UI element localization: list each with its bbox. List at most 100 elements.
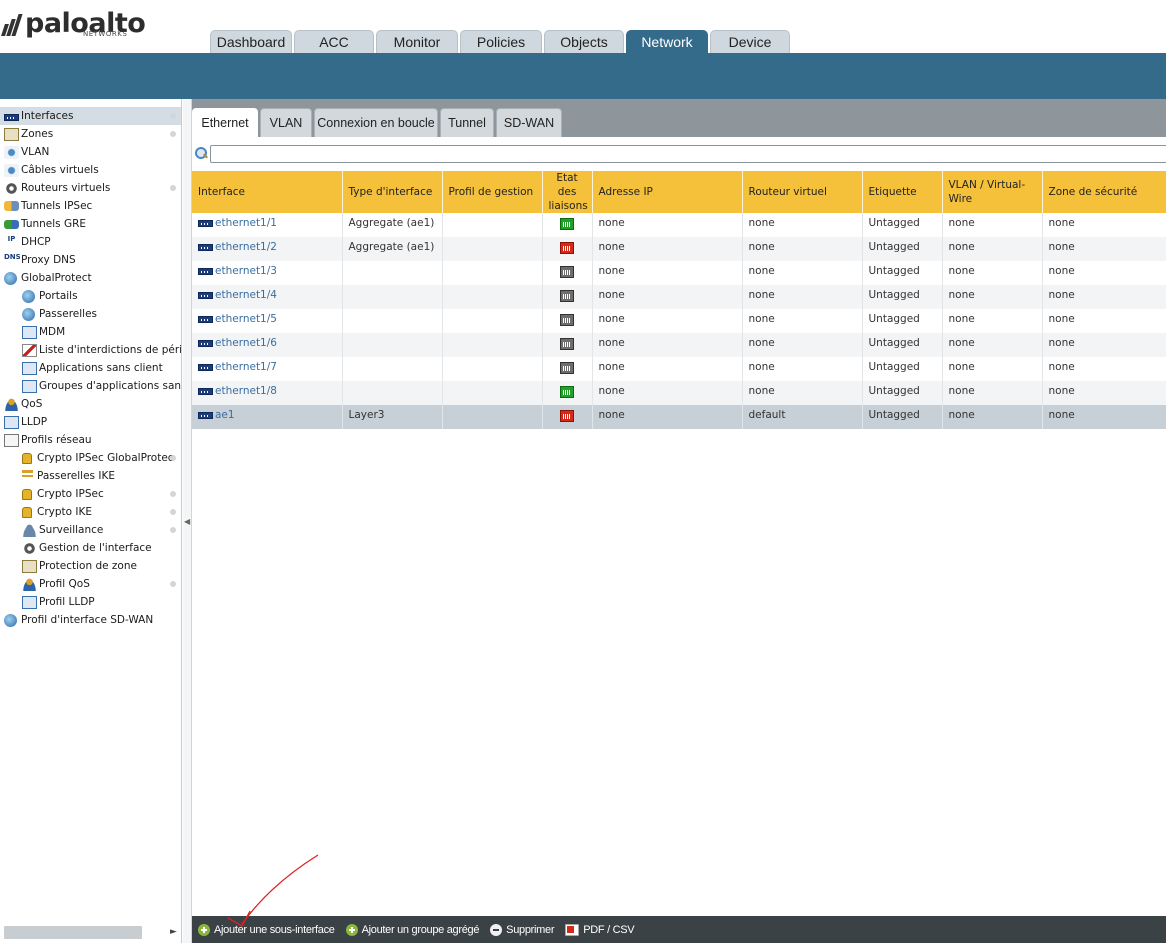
sidebar-collapse-handle[interactable]: ◀ — [183, 99, 192, 943]
sidebar-item-routeurs-virtuels[interactable]: Routeurs virtuels — [0, 179, 181, 197]
sidebar-item-qos[interactable]: QoS — [0, 395, 181, 413]
interface-link[interactable]: ethernet1/7 — [215, 361, 277, 373]
sidebar-item-interfaces[interactable]: Interfaces — [0, 107, 181, 125]
scroll-right-arrow-icon[interactable]: ► — [170, 927, 177, 937]
sidebar-item-applications-sans-client[interactable]: Applications sans client — [0, 359, 181, 377]
column-header-etat-des-liaisons[interactable]: Etat des liaisons — [542, 171, 593, 213]
sidebar-item-portails[interactable]: Portails — [0, 287, 181, 305]
ethernet-port-icon — [198, 363, 213, 371]
sidebar-item-globalprotect[interactable]: GlobalProtect — [0, 269, 181, 287]
filter-input[interactable] — [210, 145, 1166, 163]
sidebar-item-proxy-dns[interactable]: DNS Proxy DNS — [0, 251, 181, 269]
interface-link[interactable]: ethernet1/8 — [215, 385, 277, 397]
sidebar-item-mdm[interactable]: MDM — [0, 323, 181, 341]
sidebar-item-tunnels-ipsec[interactable]: Tunnels IPSec — [0, 197, 181, 215]
vlan-cell: none — [942, 381, 1043, 405]
tag-cell: Untagged — [862, 381, 943, 405]
link-state-cell — [542, 357, 593, 381]
sidebar-item-groupes-d-applications-sans-c[interactable]: Groupes d'applications sans c — [0, 377, 181, 395]
sidebar-item-label: Interfaces — [21, 110, 74, 122]
tab-dashboard[interactable]: Dashboard — [210, 30, 292, 53]
interface-link[interactable]: ae1 — [215, 409, 235, 421]
subtab-tunnel[interactable]: Tunnel — [440, 108, 494, 137]
add-subinterface-button[interactable]: Ajouter une sous-interface — [198, 923, 335, 936]
profile-cell — [442, 309, 543, 333]
tab-monitor[interactable]: Monitor — [376, 30, 458, 53]
ip-cell: none — [592, 285, 743, 309]
sidebar-item-profil-d-interface-sd-wan[interactable]: Profil d'interface SD-WAN — [0, 611, 181, 629]
sidebar-item-zones[interactable]: Zones — [0, 125, 181, 143]
interface-link[interactable]: ethernet1/6 — [215, 337, 277, 349]
subtab-vlan[interactable]: VLAN — [260, 108, 312, 137]
sidebar-item-label: DHCP — [21, 236, 51, 248]
sidebar-horizontal-scrollbar[interactable] — [4, 926, 142, 939]
table-row[interactable]: ethernet1/7 none none Untagged none none — [192, 357, 1166, 381]
column-header-interface[interactable]: Interface — [192, 171, 343, 213]
sidebar-item-cables-virtuels[interactable]: Câbles virtuels — [0, 161, 181, 179]
table-row[interactable]: ethernet1/8 none none Untagged none none — [192, 381, 1166, 405]
tab-device[interactable]: Device — [710, 30, 790, 53]
status-dot-icon — [170, 491, 176, 497]
table-row[interactable]: ethernet1/6 none none Untagged none none — [192, 333, 1166, 357]
type-cell — [342, 333, 443, 357]
sidebar-item-crypto-ipsec[interactable]: Crypto IPSec — [0, 485, 181, 503]
sidebar-item-passerelles-ike[interactable]: Passerelles IKE — [0, 467, 181, 485]
action-toolbar: Ajouter une sous-interface Ajouter un gr… — [192, 916, 1166, 943]
collapse-arrow-icon[interactable]: ◀ — [184, 517, 190, 526]
subtab-sd-wan[interactable]: SD-WAN — [496, 108, 562, 137]
tab-acc[interactable]: ACC — [294, 30, 374, 53]
sidebar-item-crypto-ike[interactable]: Crypto IKE — [0, 503, 181, 521]
interface-link[interactable]: ethernet1/2 — [215, 241, 277, 253]
router-cell: none — [742, 357, 863, 381]
ip-cell: none — [592, 357, 743, 381]
type-cell: Layer3 — [342, 405, 443, 429]
column-header-vlan-virtual-wire[interactable]: VLAN / Virtual-Wire — [942, 171, 1043, 213]
sidebar-item-dhcp[interactable]: IP DHCP — [0, 233, 181, 251]
delete-button[interactable]: Supprimer — [490, 923, 555, 936]
sidebar-item-tunnels-gre[interactable]: Tunnels GRE — [0, 215, 181, 233]
sidebar-item-liste-d-interdictions-de-periphe[interactable]: Liste d'interdictions de périphé — [0, 341, 181, 359]
sidebar-item-gestion-de-l-interface[interactable]: Gestion de l'interface — [0, 539, 181, 557]
interface-cell-content: ethernet1/2 — [198, 241, 336, 253]
sidebar-item-lldp[interactable]: LLDP — [0, 413, 181, 431]
tab-network[interactable]: Network — [626, 30, 708, 53]
search-icon[interactable] — [195, 147, 207, 159]
subtab-connexion-en-boucle[interactable]: Connexion en boucle — [314, 108, 438, 137]
column-header-profil-de-gestion[interactable]: Profil de gestion — [442, 171, 543, 213]
sidebar-item-vlan[interactable]: VLAN — [0, 143, 181, 161]
sidebar-item-label: MDM — [39, 326, 66, 338]
sidebar-item-profil-lldp[interactable]: Profil LLDP — [0, 593, 181, 611]
interface-link[interactable]: ethernet1/3 — [215, 265, 277, 277]
subtab-ethernet[interactable]: Ethernet — [192, 108, 258, 137]
column-header-adresse-ip[interactable]: Adresse IP — [592, 171, 743, 213]
link-state-unknown-icon — [560, 338, 574, 350]
pdf-csv-button[interactable]: PDF / CSV — [565, 923, 635, 936]
sidebar-item-surveillance[interactable]: Surveillance — [0, 521, 181, 539]
table-row[interactable]: ethernet1/4 none none Untagged none none — [192, 285, 1166, 309]
table-row[interactable]: ethernet1/5 none none Untagged none none — [192, 309, 1166, 333]
sidebar-item-crypto-ipsec-globalprotec[interactable]: Crypto IPSec GlobalProtec — [0, 449, 181, 467]
sidebar-item-passerelles[interactable]: Passerelles — [0, 305, 181, 323]
tab-policies[interactable]: Policies — [460, 30, 542, 53]
link-state-unknown-icon — [560, 314, 574, 326]
column-header-zone-de-securite[interactable]: Zone de sécurité — [1042, 171, 1166, 213]
link-state-down-icon — [560, 242, 574, 254]
column-header-etiquette[interactable]: Etiquette — [862, 171, 943, 213]
sidebar-item-protection-de-zone[interactable]: Protection de zone — [0, 557, 181, 575]
table-row[interactable]: ethernet1/3 none none Untagged none none — [192, 261, 1166, 285]
table-row[interactable]: ethernet1/2 Aggregate (ae1) none none Untagg… — [192, 237, 1166, 261]
column-header-routeur-virtuel[interactable]: Routeur virtuel — [742, 171, 863, 213]
tab-objects[interactable]: Objects — [544, 30, 624, 53]
sidebar-item-profil-qos[interactable]: Profil QoS — [0, 575, 181, 593]
zones-icon — [4, 127, 19, 141]
interface-link[interactable]: ethernet1/1 — [215, 217, 277, 229]
sidebar-item-profils-reseau[interactable]: Profils réseau — [0, 431, 181, 449]
profile-cell — [442, 237, 543, 261]
interface-link[interactable]: ethernet1/4 — [215, 289, 277, 301]
column-header-type-d-interface[interactable]: Type d'interface — [342, 171, 443, 213]
table-row[interactable]: ae1 Layer3 none default Untagged none none — [192, 405, 1166, 429]
table-row[interactable]: ethernet1/1 Aggregate (ae1) none none Untagg… — [192, 213, 1166, 237]
interface-link[interactable]: ethernet1/5 — [215, 313, 277, 325]
add-aggregate-group-button[interactable]: Ajouter un groupe agrégé — [345, 923, 479, 936]
profile-cell — [442, 285, 543, 309]
